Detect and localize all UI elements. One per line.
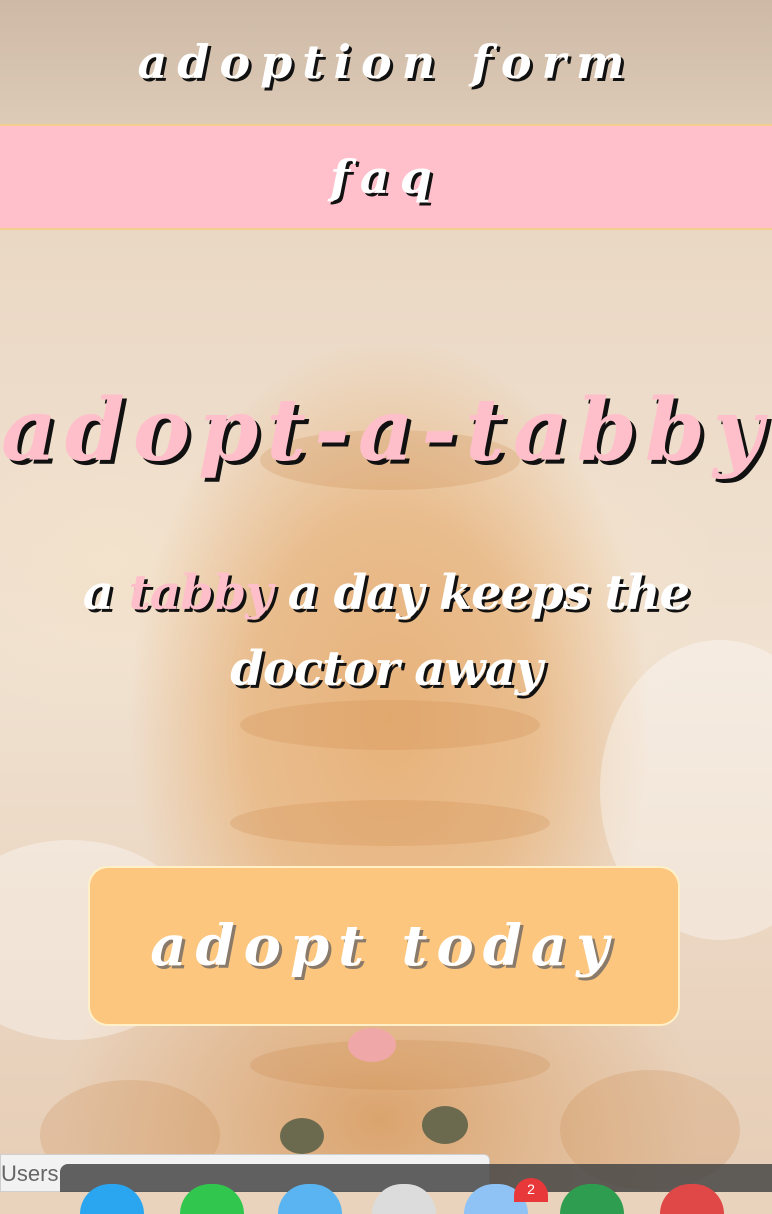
app-red-icon[interactable] xyxy=(660,1184,724,1214)
tagline-suffix: a day keeps the doctor away xyxy=(230,565,690,697)
macos-dock: 2 xyxy=(60,1164,772,1214)
finder-icon[interactable] xyxy=(80,1184,144,1214)
nav-link-faq[interactable]: faq xyxy=(330,150,442,204)
safari-icon[interactable] xyxy=(278,1184,342,1214)
adopt-today-label: adopt today xyxy=(150,913,618,979)
clock-icon[interactable] xyxy=(372,1184,436,1214)
notification-badge: 2 xyxy=(514,1178,548,1202)
nav-bar-faq: faq xyxy=(0,124,772,230)
cat-eye-left xyxy=(280,1118,324,1154)
tagline-prefix: a xyxy=(82,565,114,621)
tagline-highlight: tabby xyxy=(128,565,273,621)
cat-eye-right xyxy=(422,1106,468,1144)
page-title: adopt-a-tabby xyxy=(1,380,771,481)
tagline: a tabby a day keeps the doctor away xyxy=(20,555,752,707)
nav-bar-top: adoption form xyxy=(0,0,772,124)
cat-nose xyxy=(348,1028,396,1062)
adopt-today-button[interactable]: adopt today xyxy=(88,866,680,1026)
status-url-text: Users xyxy=(1,1161,59,1186)
messages-icon[interactable] xyxy=(180,1184,244,1214)
app-green-icon[interactable] xyxy=(560,1184,624,1214)
nav-link-adoption-form[interactable]: adoption form xyxy=(137,35,634,89)
